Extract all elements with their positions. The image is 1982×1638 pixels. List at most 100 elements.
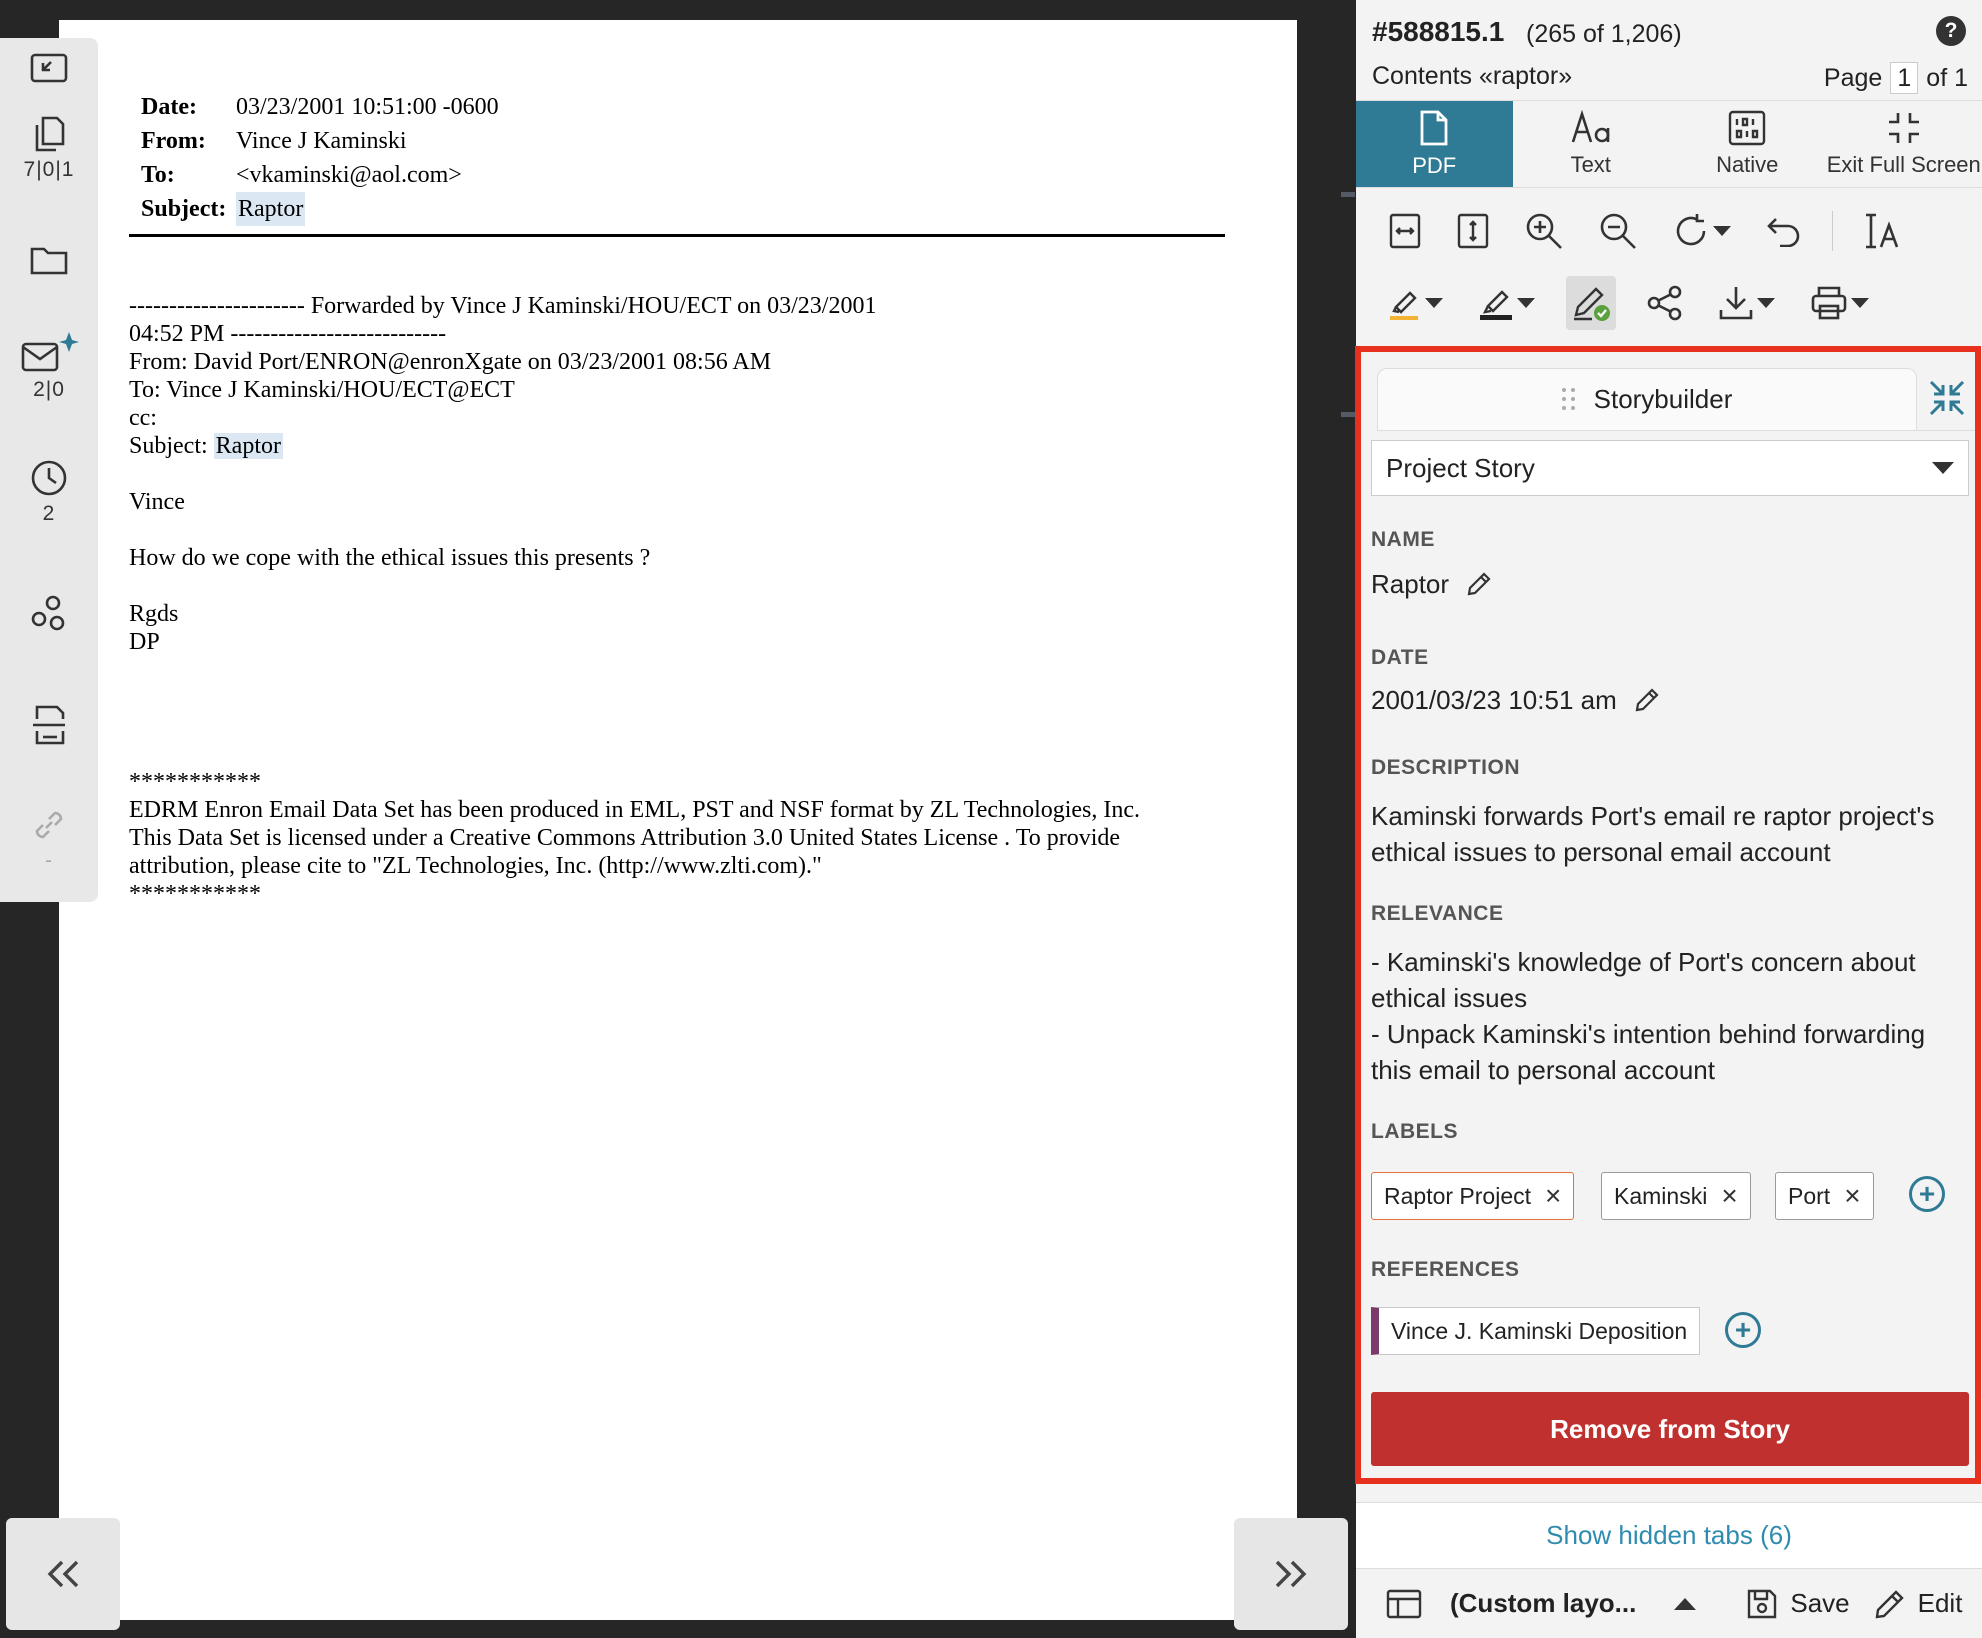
folder-button[interactable] — [0, 243, 98, 277]
body-line: From: David Port/ENRON@enronXgate on 03/… — [129, 349, 772, 375]
tab-label: Exit Full Screen — [1826, 152, 1981, 177]
body-line: This Data Set is licensed under a Creati… — [129, 825, 1121, 851]
entities-button[interactable] — [0, 593, 98, 633]
collapse-panel-button[interactable] — [1927, 378, 1967, 423]
toolbar-divider — [1832, 211, 1833, 251]
annotate-toggle-button[interactable] — [1566, 276, 1616, 330]
redact-menu-button[interactable] — [1474, 276, 1540, 330]
add-label-button[interactable]: + — [1909, 1176, 1945, 1212]
reference-chip[interactable]: Vince J. Kaminski Deposition — [1371, 1307, 1701, 1355]
relevance-label: RELEVANCE — [1371, 902, 1504, 925]
email-threads-button[interactable]: 2|0 — [0, 330, 98, 402]
relevance-value[interactable]: - Kaminski's knowledge of Port's concern… — [1371, 944, 1967, 1088]
redaction-button[interactable] — [0, 703, 98, 747]
tab-pdf[interactable]: PDF — [1356, 101, 1513, 187]
highlighter-icon — [1390, 291, 1418, 320]
show-hidden-tabs-link[interactable]: Show hidden tabs (6) — [1356, 1502, 1982, 1568]
pen-check-icon — [1574, 287, 1610, 321]
zoom-out-button[interactable] — [1594, 204, 1642, 258]
print-menu-button[interactable] — [1806, 276, 1874, 330]
header-value: <vkaminski@aol.com> — [236, 162, 462, 188]
date-field: 2001/03/23 10:51 am — [1371, 682, 1660, 722]
body-line: EDRM Enron Email Data Set has been produ… — [129, 797, 1141, 823]
header-key: From: — [141, 128, 206, 154]
double-chevron-left-icon — [47, 1560, 79, 1588]
document-viewer: Date: 03/23/2001 10:51:00 -0600 From: Vinc… — [0, 0, 1355, 1638]
remove-from-story-button[interactable]: Remove from Story — [1371, 1392, 1969, 1466]
references-label: REFERENCES — [1371, 1258, 1520, 1281]
download-menu-button[interactable] — [1714, 276, 1780, 330]
chevron-down-icon — [1425, 298, 1443, 308]
description-value[interactable]: Kaminski forwards Port's email re raptor… — [1371, 798, 1967, 870]
edit-date-button[interactable] — [1634, 686, 1660, 722]
page-total: of 1 — [1926, 63, 1968, 92]
body-line — [129, 712, 1140, 740]
tab-label: PDF — [1412, 153, 1457, 178]
save-button[interactable]: Save — [1746, 1588, 1850, 1620]
page-number-input[interactable]: 1 — [1890, 62, 1919, 94]
edit-button[interactable]: Edit — [1874, 1588, 1962, 1620]
layout-name: (Custom layo... — [1450, 1588, 1637, 1618]
body-line — [129, 656, 1140, 684]
search-hit-highlight: Raptor — [213, 433, 283, 459]
body-line — [129, 684, 1140, 712]
tab-exit-full-screen[interactable]: Exit Full Screen — [1826, 101, 1982, 187]
close-icon[interactable]: × — [1545, 1182, 1561, 1210]
fit-width-button[interactable] — [1384, 204, 1426, 258]
header-key: Date: — [141, 94, 197, 120]
label-chip-text: Raptor Project — [1384, 1182, 1532, 1209]
header-value: 03/23/2001 10:51:00 -0600 — [236, 94, 499, 120]
view-tabs: PDF Text Native Exit Full Screen — [1356, 100, 1982, 188]
storybuilder-tab[interactable]: Storybuilder — [1377, 368, 1917, 430]
header-key: Subject: — [141, 196, 227, 222]
text-select-button[interactable] — [1859, 204, 1907, 258]
close-icon[interactable]: × — [1844, 1182, 1860, 1210]
name-value: Raptor — [1371, 569, 1450, 599]
page-indicator: Page 1 of 1 — [1824, 62, 1968, 94]
help-icon[interactable]: ? — [1936, 16, 1966, 46]
close-icon[interactable]: × — [1721, 1182, 1737, 1210]
pencil-icon — [1467, 572, 1491, 596]
zoom-in-button[interactable] — [1520, 204, 1568, 258]
search-hit-highlight: Raptor — [236, 192, 306, 226]
tab-text[interactable]: Text — [1513, 101, 1670, 187]
relevance-line: - Unpack Kaminski's intention behind for… — [1371, 1019, 1926, 1085]
chevron-down-icon — [1517, 298, 1535, 308]
label-chip-text: Port — [1788, 1182, 1831, 1209]
links-count: - — [45, 849, 53, 872]
exit-fullscreen-icon — [1888, 113, 1919, 143]
edit-name-button[interactable] — [1466, 570, 1492, 606]
highlight-menu-button[interactable] — [1384, 276, 1448, 330]
email-header: Date: 03/23/2001 10:51:00 -0600 From: Vinc… — [141, 90, 499, 226]
pdf-document-icon — [1420, 110, 1448, 146]
next-document-button[interactable] — [1234, 1518, 1348, 1630]
previous-document-button[interactable] — [6, 1518, 120, 1630]
body-line: Rgds — [129, 601, 179, 627]
date-label: DATE — [1371, 646, 1429, 669]
chevron-down-icon — [1713, 226, 1731, 236]
history-button[interactable]: 2 — [0, 458, 98, 526]
storybuilder-panel: Storybuilder Project Story NAME Raptor D… — [1361, 352, 1975, 1478]
layout-icon — [1386, 1589, 1422, 1618]
story-select[interactable]: Project Story — [1371, 440, 1969, 496]
links-button[interactable]: - — [0, 805, 98, 873]
minimize-view-button[interactable] — [0, 52, 98, 86]
layout-selector[interactable]: (Custom layo... — [1386, 1588, 1697, 1620]
undo-button[interactable] — [1762, 204, 1806, 258]
email-body: ---------------------- Forwarded by Vinc… — [129, 292, 1140, 908]
download-icon — [1719, 287, 1753, 320]
add-reference-button[interactable]: + — [1725, 1312, 1761, 1348]
tab-native[interactable]: Native — [1669, 101, 1826, 187]
header-divider — [129, 234, 1225, 237]
chevron-down-icon — [1757, 298, 1775, 308]
copies-button[interactable]: 7|0|1 — [0, 114, 98, 182]
share-button[interactable] — [1642, 276, 1688, 330]
bubbles-icon — [31, 595, 65, 631]
name-label: NAME — [1371, 528, 1435, 551]
fit-height-button[interactable] — [1452, 204, 1494, 258]
rotate-menu-button[interactable] — [1668, 204, 1736, 258]
drag-handle-icon[interactable] — [1561, 387, 1576, 412]
collapse-arrows-icon — [1929, 380, 1965, 416]
scroll-marker — [1341, 412, 1355, 417]
labels-label: LABELS — [1371, 1120, 1458, 1143]
